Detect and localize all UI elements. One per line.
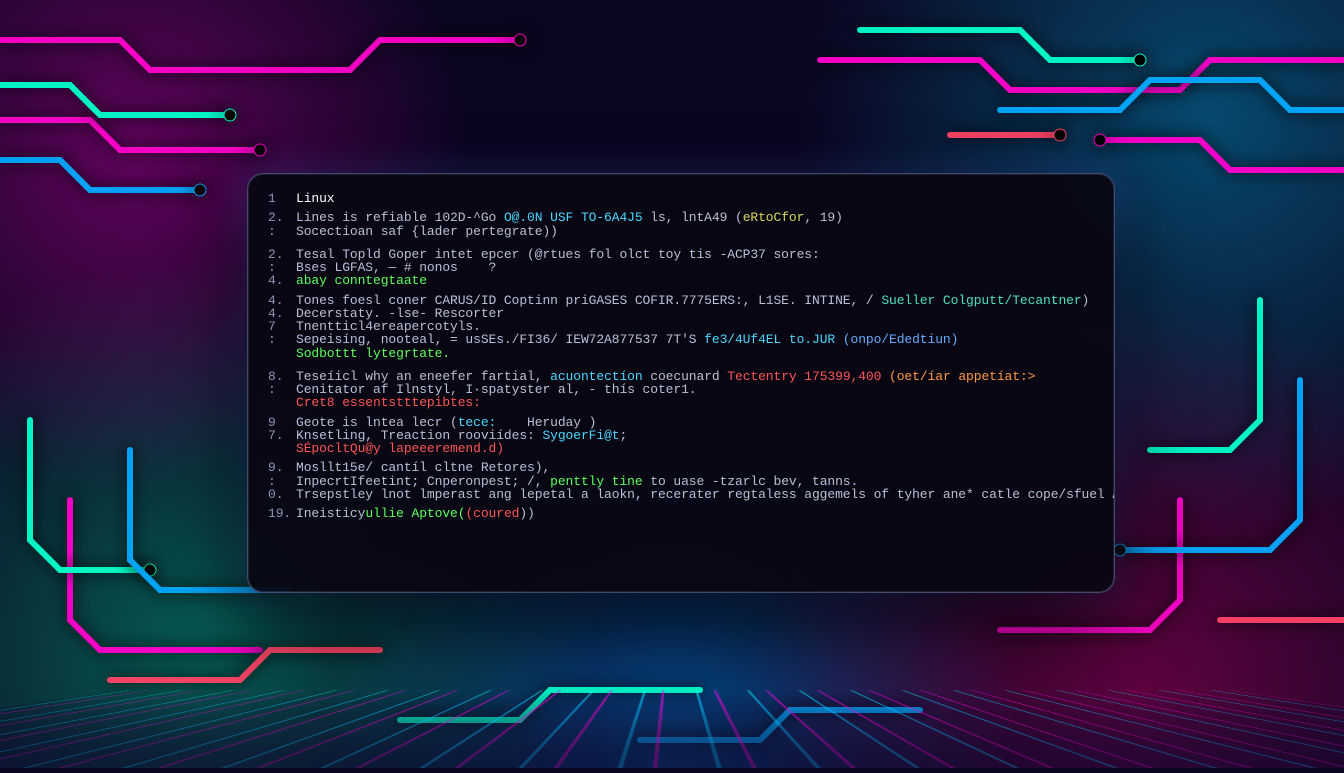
terminal-line: 4.abay conntegtaate <box>268 274 1098 287</box>
line-text: Teseíicl why an eneefer fartial, acuonte… <box>296 370 1098 383</box>
line-text: Decerstaty. -lse- Rescorter <box>296 307 1098 320</box>
terminal-line: SÉpocltQu@y lapeeeremend.d) <box>268 442 1098 455</box>
terminal-line: 0.Trsepstley lnot lmperast ang lepetal a… <box>268 488 1098 501</box>
text-segment: (onpo/Ededtiun) <box>835 332 958 347</box>
terminal-line: Cret8 essentstttepibtes: <box>268 396 1098 409</box>
line-text: Sepeisíng, nooteal, = usSEs./FI36/ IEW72… <box>296 333 1098 346</box>
terminal-content: 1Linux2.Lines is refiable 102D-^Go O@.0N… <box>268 192 1098 520</box>
terminal-line: 2.Tesal Topld Goper intet epcer (@rtues … <box>268 248 1098 261</box>
line-number: : <box>268 225 296 238</box>
line-text: Ineisticyullie Aptove((coured)) <box>296 507 1098 520</box>
line-text: abay conntegtaate <box>296 274 1098 287</box>
line-number: 2. <box>268 211 296 224</box>
line-text: Lines is refiable 102D-^Go O@.0N USF TO-… <box>296 211 1098 224</box>
terminal-line: :Cenitator af Ilnstyl, I·spatyster al, -… <box>268 383 1098 396</box>
terminal-line: 2.Lines is refiable 102D-^Go O@.0N USF T… <box>268 211 1098 224</box>
line-text: Tesal Topld Goper intet epcer (@rtues fo… <box>296 248 1098 261</box>
text-segment: SygoerFi@t <box>542 428 619 443</box>
line-number: 9 <box>268 416 296 429</box>
line-text: Tones foesl coner CARUS/ID Coptinn priGA… <box>296 294 1098 307</box>
line-number: 2. <box>268 248 296 261</box>
line-number: : <box>268 261 296 274</box>
line-text: Tnentticl4ereapercotyls. <box>296 320 1098 333</box>
line-number: : <box>268 333 296 346</box>
terminal-line: 8.Teseíicl why an eneefer fartial, acuon… <box>268 370 1098 383</box>
terminal-line: 19.Ineisticyullie Aptove((coured)) <box>268 507 1098 520</box>
line-number: 0. <box>268 488 296 501</box>
terminal-line: 4.Decerstaty. -lse- Rescorter <box>268 307 1098 320</box>
terminal-line: 7.Knsetling, Treaction rooviídes: Sygoer… <box>268 429 1098 442</box>
terminal-line: 4.Tones foesl coner CARUS/ID Coptinn pri… <box>268 294 1098 307</box>
terminal-line: :Bses LGFAS, — # nonos ? <box>268 261 1098 274</box>
text-segment: ls, lntA49 ( <box>643 210 743 225</box>
text-segment: fe3/4Uf4EL to.JUR <box>704 332 835 347</box>
text-segment: ) <box>1082 293 1090 308</box>
line-number: 7 <box>268 320 296 333</box>
line-text: Trsepstley lnot lmperast ang lepetal a l… <box>296 488 1115 501</box>
text-segment: , 19) <box>804 210 843 225</box>
terminal-line: 9.Mosllt15e/ cantíl cltne Retores), <box>268 461 1098 474</box>
text-segment: ullie Aptove( <box>365 506 465 521</box>
line-text: Cret8 essentstttepibtes: <box>296 396 1098 409</box>
line-number: 8. <box>268 370 296 383</box>
line-number: 4. <box>268 307 296 320</box>
terminal-window[interactable]: 1Linux2.Lines is refiable 102D-^Go O@.0N… <box>247 173 1115 593</box>
line-number: 19. <box>268 507 296 520</box>
line-text: Cenitator af Ilnstyl, I·spatyster al, - … <box>296 383 1098 396</box>
text-segment: Socectioan saf {lader pertegrate)) <box>296 224 558 239</box>
line-text: Geote is lntea lecr (tece: Heruday ) <box>296 416 1098 429</box>
text-segment: (coured <box>465 506 519 521</box>
terminal-line: 9Geote is lntea lecr (tece: Heruday ) <box>268 416 1098 429</box>
line-number: : <box>268 383 296 396</box>
text-segment: Linux <box>296 191 335 206</box>
line-number: 9. <box>268 461 296 474</box>
line-text: InpecrtIfeetint; Cnperonpest; /, penttly… <box>296 475 1098 488</box>
line-text: SÉpocltQu@y lapeeeremend.d) <box>296 442 1098 455</box>
text-segment: abay conntegtaate <box>296 273 427 288</box>
line-text: Socectioan saf {lader pertegrate)) <box>296 225 1098 238</box>
terminal-line: :InpecrtIfeetint; Cnperonpest; /, penttl… <box>268 475 1098 488</box>
terminal-line: 7Tnentticl4ereapercotyls. <box>268 320 1098 333</box>
text-segment: Sueller Colgputt/Tecantner <box>881 293 1081 308</box>
line-number: 7. <box>268 429 296 442</box>
line-number: 1 <box>268 192 296 205</box>
terminal-line: :Socectioan saf {lader pertegrate)) <box>268 225 1098 238</box>
line-number: 4. <box>268 294 296 307</box>
text-segment: Ineisticy <box>296 506 365 521</box>
text-segment: SÉpocltQu@y lapeeeremend.d) <box>296 441 504 456</box>
text-segment: eRtoCfor <box>743 210 805 225</box>
text-segment: Tectentry 175399,400 <box>727 369 881 384</box>
line-number: 4. <box>268 274 296 287</box>
text-segment: Cret8 essentstttepibtes: <box>296 395 481 410</box>
text-segment: Sodbottt lytegrtate. <box>296 346 450 361</box>
terminal-line: 1Linux <box>268 192 1098 205</box>
text-segment: (oet/íar appetíat:> <box>881 369 1035 384</box>
line-text: Sodbottt lytegrtate. <box>296 347 1098 360</box>
line-number: : <box>268 475 296 488</box>
terminal-line: :Sepeisíng, nooteal, = usSEs./FI36/ IEW7… <box>268 333 1098 346</box>
text-segment: Trsepstley lnot lmperast ang lepetal a l… <box>296 487 1115 502</box>
line-text: Linux <box>296 192 1098 205</box>
line-text: Bses LGFAS, — # nonos ? <box>296 261 1098 274</box>
text-segment: )) <box>519 506 534 521</box>
line-text: Mosllt15e/ cantíl cltne Retores), <box>296 461 1098 474</box>
line-text: Knsetling, Treaction rooviídes: SygoerFi… <box>296 429 1098 442</box>
terminal-line: Sodbottt lytegrtate. <box>268 347 1098 360</box>
text-segment: ; <box>619 428 627 443</box>
